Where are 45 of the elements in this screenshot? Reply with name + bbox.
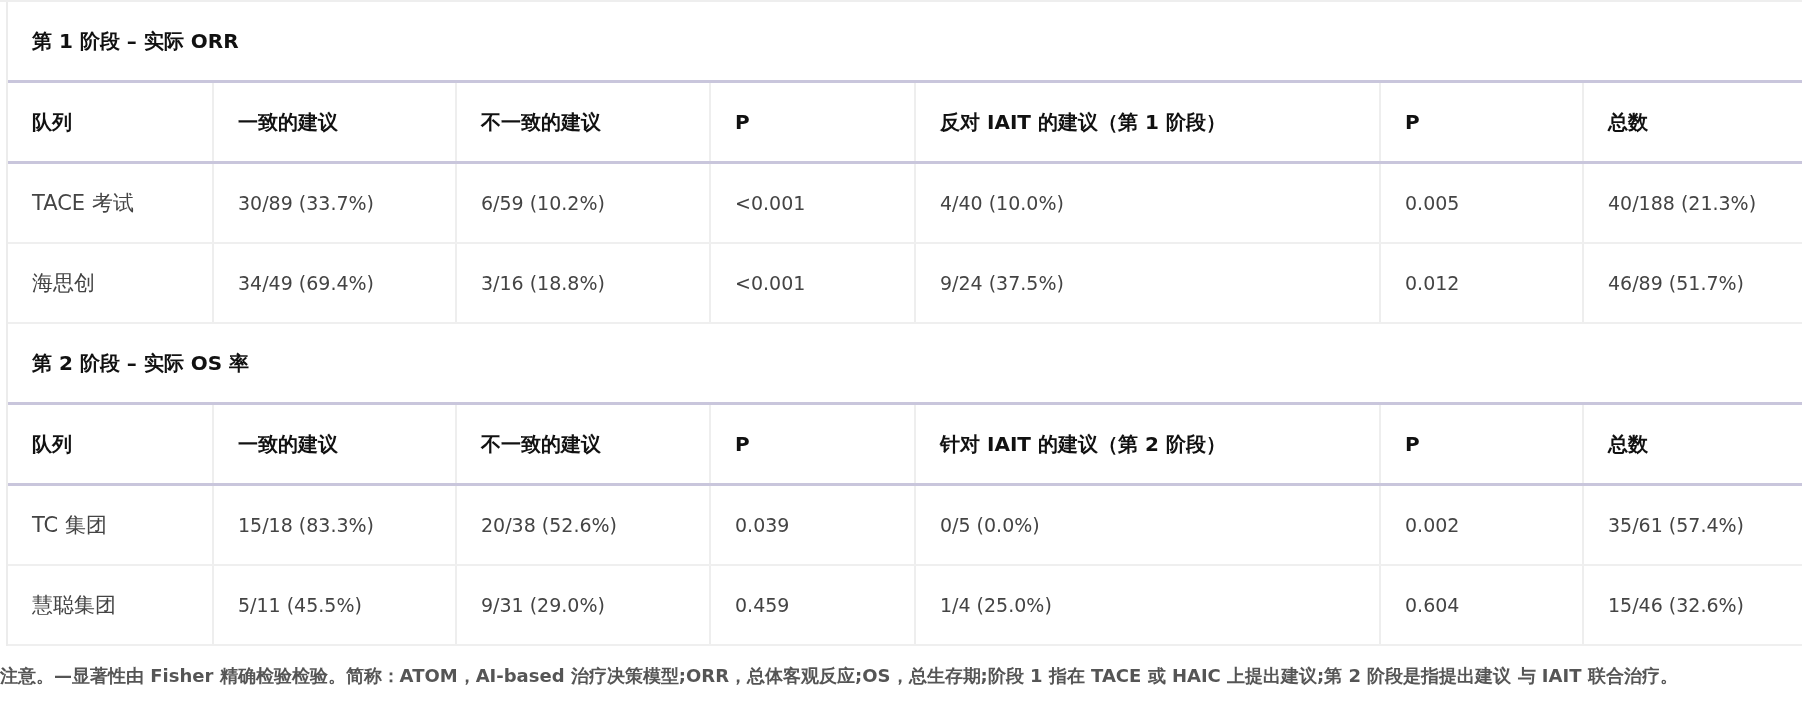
- column-header: 反对 IAIT 的建议（第 1 阶段）: [915, 81, 1380, 163]
- table-cell: 15/46 (32.6%): [1583, 565, 1802, 645]
- table-cell: 34/49 (69.4%): [213, 243, 456, 323]
- table-cell: 15/18 (83.3%): [213, 484, 456, 565]
- table-cell: 20/38 (52.6%): [456, 484, 710, 565]
- table-cell: 9/31 (29.0%): [456, 565, 710, 645]
- column-header: 针对 IAIT 的建议（第 2 阶段）: [915, 403, 1380, 485]
- table-cell: TC 集团: [8, 484, 213, 565]
- table-cell: 0.039: [710, 484, 915, 565]
- table-cell: 慧聪集团: [8, 565, 213, 645]
- column-header: 队列: [8, 403, 213, 485]
- table-cell: 1/4 (25.0%): [915, 565, 1380, 645]
- column-header: P: [710, 81, 915, 163]
- column-header: 不一致的建议: [456, 403, 710, 485]
- column-header: 一致的建议: [213, 403, 456, 485]
- table-cell: 海思创: [8, 243, 213, 323]
- table-cell: 0.604: [1380, 565, 1583, 645]
- table-cell: 0.012: [1380, 243, 1583, 323]
- table-cell: 0/5 (0.0%): [915, 484, 1380, 565]
- column-header: P: [1380, 403, 1583, 485]
- column-header: P: [1380, 81, 1583, 163]
- section-title: 第 1 阶段 – 实际 ORR: [32, 27, 239, 55]
- table-cell: 5/11 (45.5%): [213, 565, 456, 645]
- table-cell: TACE 考试: [8, 162, 213, 243]
- table-cell: 4/40 (10.0%): [915, 162, 1380, 243]
- section-title: 第 2 阶段 – 实际 OS 率: [32, 349, 250, 377]
- column-header: 一致的建议: [213, 81, 456, 163]
- column-header: 总数: [1583, 403, 1802, 485]
- column-header: 总数: [1583, 81, 1802, 163]
- table-cell: 30/89 (33.7%): [213, 162, 456, 243]
- column-header: 不一致的建议: [456, 81, 710, 163]
- table-footnote: 注意。—显著性由 Fisher 精确检验检验。简称：ATOM，AI-based 治疗决策模型;ORR，总体客观反应;OS，总生存期;阶段 1 指在 TACE 或 HAIC 上提出建议;第 2 阶段是指提出建议 与 IAIT 联合治疗。: [0, 664, 1679, 688]
- table-cell: 46/89 (51.7%): [1583, 243, 1802, 323]
- table-cell: <0.001: [710, 162, 915, 243]
- column-header: 队列: [8, 81, 213, 163]
- table-cell: 0.459: [710, 565, 915, 645]
- table-cell: 9/24 (37.5%): [915, 243, 1380, 323]
- table-cell: 6/59 (10.2%): [456, 162, 710, 243]
- table-cell: <0.001: [710, 243, 915, 323]
- table-cell: 35/61 (57.4%): [1583, 484, 1802, 565]
- column-header: P: [710, 403, 915, 485]
- table-cell: 40/188 (21.3%): [1583, 162, 1802, 243]
- table-cell: 3/16 (18.8%): [456, 243, 710, 323]
- table-cell: 0.005: [1380, 162, 1583, 243]
- table-cell: 0.002: [1380, 484, 1583, 565]
